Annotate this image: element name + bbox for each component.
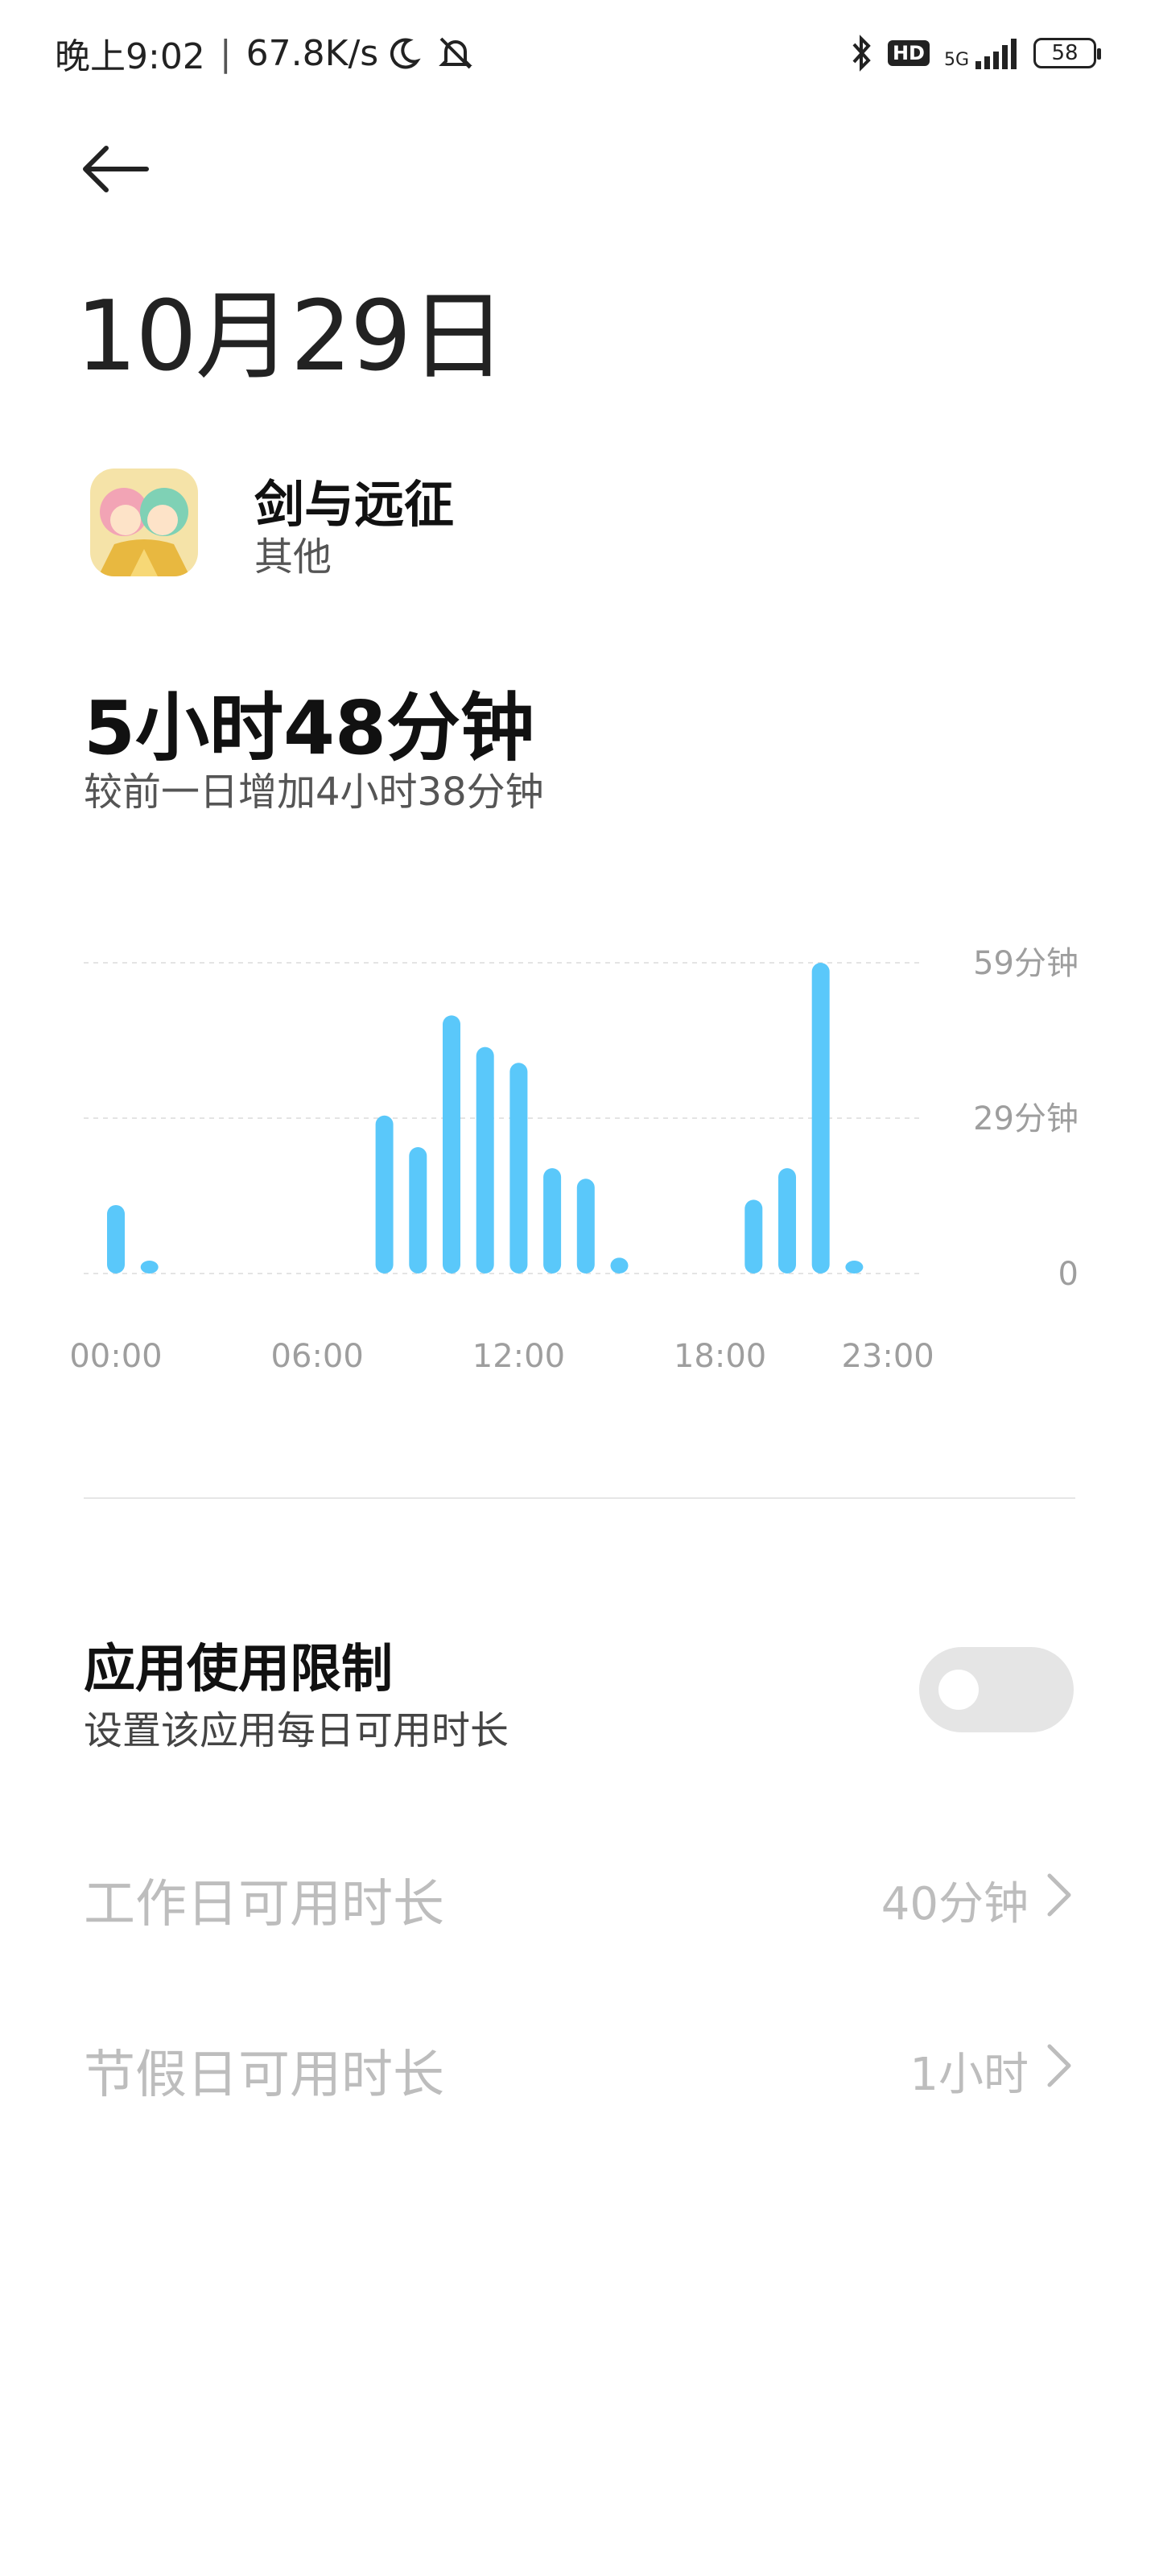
chart-bar[interactable]: [576, 1179, 595, 1274]
chart-x-tick-label: 06:00: [271, 1338, 364, 1375]
back-arrow-icon: [83, 146, 149, 192]
chart-bar[interactable]: [509, 1063, 528, 1274]
chart-bar[interactable]: [409, 1146, 427, 1274]
chart-x-tick-label: 18:00: [674, 1338, 766, 1375]
chart-bar[interactable]: [610, 1257, 629, 1274]
usage-comparison: 较前一日增加4小时38分钟: [84, 770, 544, 815]
network-speed: 67.8K/s: [245, 32, 379, 74]
app-category: 其他: [254, 535, 332, 580]
status-time: 晚上9:02: [55, 36, 205, 77]
battery-indicator: 58: [1033, 38, 1101, 68]
signal-icon: 5G: [944, 37, 1019, 69]
chart-bar[interactable]: [443, 1015, 460, 1274]
chevron-right-icon: [1047, 2044, 1071, 2087]
chart-bar[interactable]: [744, 1199, 763, 1274]
back-button[interactable]: [80, 137, 161, 201]
chart-y-tick-label: 29分钟: [973, 1100, 1079, 1137]
chart-x-tick-label: 23:00: [841, 1338, 934, 1375]
holiday-limit-label: 节假日可用时长: [84, 2046, 444, 2105]
bluetooth-icon: [851, 35, 873, 72]
weekday-limit-label: 工作日可用时长: [84, 1875, 444, 1934]
weekday-limit-row[interactable]: 工作日可用时长 40分钟: [84, 1852, 1075, 1940]
app-icon: [90, 469, 198, 576]
chart-y-tick-label: 59分钟: [973, 945, 1079, 982]
holiday-limit-value: 1小时: [909, 2049, 1029, 2101]
chart-bar[interactable]: [778, 1168, 796, 1274]
section-divider: [84, 1497, 1075, 1499]
usage-bar-chart: 59分钟 29分钟 0 00:00 06:00 12:00 18:00 23:00: [69, 945, 1079, 1375]
page-title-date: 10月29日: [76, 281, 506, 393]
hd-badge: HD: [887, 40, 930, 66]
holiday-limit-row[interactable]: 节假日可用时长 1小时: [84, 2022, 1075, 2111]
chart-x-tick-label: 00:00: [69, 1338, 162, 1375]
chart-bar[interactable]: [811, 963, 830, 1274]
app-limit-toggle[interactable]: [919, 1647, 1074, 1732]
chart-bar[interactable]: [375, 1115, 394, 1274]
net-type-label: 5G: [943, 50, 969, 70]
chart-bar[interactable]: [140, 1261, 159, 1274]
status-bar-right: HD 5G 58: [851, 27, 1101, 79]
moon-icon: [386, 35, 422, 71]
chart-y-tick-label: 0: [1058, 1256, 1079, 1293]
battery-level: 58: [1051, 41, 1079, 65]
chart-bar[interactable]: [845, 1261, 864, 1274]
app-limit-subtitle: 设置该应用每日可用时长: [84, 1708, 509, 1753]
chart-bar[interactable]: [476, 1046, 494, 1274]
weekday-limit-value: 40分钟: [881, 1878, 1029, 1930]
toggle-knob: [938, 1670, 979, 1710]
status-separator: |: [219, 32, 232, 74]
status-bar-left: 晚上9:02 | 67.8K/s: [55, 27, 476, 79]
chart-x-tick-label: 12:00: [472, 1338, 565, 1375]
chart-bar[interactable]: [107, 1204, 125, 1274]
chevron-right-icon: [1047, 1873, 1071, 1917]
chart-bar[interactable]: [543, 1168, 562, 1274]
alarm-off-icon: [435, 34, 476, 72]
app-limit-title: 应用使用限制: [84, 1640, 393, 1699]
